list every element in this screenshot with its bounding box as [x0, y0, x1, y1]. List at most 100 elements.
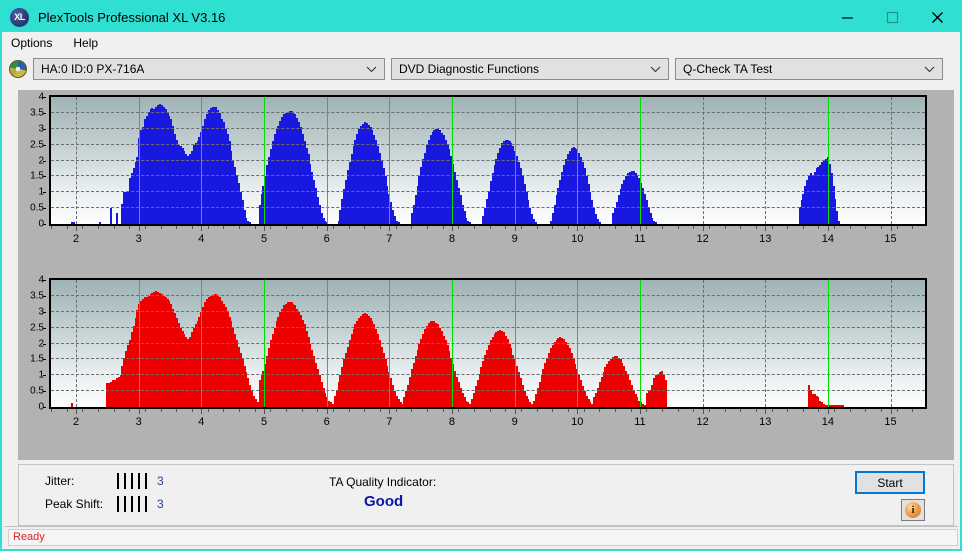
x-axis-minor-tick	[270, 409, 272, 412]
y-axis-tick	[43, 97, 46, 98]
x-axis-minor-tick	[693, 409, 695, 412]
x-axis-minor-tick	[160, 409, 162, 412]
chart-bar	[397, 222, 400, 224]
x-axis-tick-label: 13	[759, 233, 772, 245]
chart-bar	[72, 221, 75, 224]
x-axis-minor-tick	[207, 409, 209, 412]
x-axis-minor-tick	[630, 226, 632, 229]
chevron-down-icon	[366, 66, 377, 73]
x-axis-minor-tick	[614, 226, 616, 229]
x-axis-minor-tick	[348, 226, 350, 229]
x-axis-minor-tick	[458, 409, 460, 412]
y-axis-tick	[43, 359, 46, 361]
status-bar: Ready	[4, 526, 958, 547]
peak-shift-chart-y-axis: 0 0.5 1 1.5 2 2.5 3 3.5 4	[18, 273, 46, 414]
chart-bar	[841, 405, 844, 407]
chart-bar	[115, 212, 118, 224]
x-axis-minor-tick	[567, 226, 569, 229]
peak-shift-chart-x-axis: 2 3 4 5 6 7 8 9 10 11 12 13 14 15	[49, 409, 927, 443]
x-axis-minor-tick	[834, 409, 836, 412]
x-axis-minor-tick	[787, 409, 789, 412]
x-axis-tick	[389, 226, 391, 231]
x-axis-tick-label: 3	[135, 416, 142, 428]
x-axis-minor-tick	[677, 226, 679, 229]
x-axis-minor-tick	[505, 409, 507, 412]
x-axis-tick	[827, 409, 829, 414]
x-axis-minor-tick	[661, 226, 663, 229]
start-button[interactable]: Start	[855, 471, 925, 494]
drive-select[interactable]: HA:0 ID:0 PX-716A	[33, 58, 385, 80]
x-axis-tick-label: 11	[634, 233, 646, 245]
x-axis-tick	[138, 226, 140, 231]
x-axis-minor-tick	[849, 409, 851, 412]
x-axis-minor-tick	[238, 226, 240, 229]
meter-segment	[124, 473, 126, 489]
y-axis-tick-label: 3.5	[30, 107, 44, 119]
x-axis-tick-label: 10	[571, 416, 584, 428]
chart-bar	[655, 222, 658, 224]
x-axis-minor-tick	[238, 409, 240, 412]
chart-bar	[110, 207, 113, 224]
x-axis-tick	[702, 409, 704, 414]
x-axis-minor-tick	[191, 226, 193, 229]
minimize-icon[interactable]	[825, 2, 870, 32]
maximize-icon[interactable]	[870, 2, 915, 32]
x-axis-minor-tick	[51, 226, 52, 229]
x-axis-tick	[514, 226, 516, 231]
x-axis-minor-tick	[912, 409, 914, 412]
x-axis-tick-label: 8	[448, 233, 456, 245]
y-axis-tick	[43, 112, 46, 114]
window-controls	[825, 2, 960, 32]
x-axis-minor-tick	[458, 226, 460, 229]
x-axis-minor-tick	[473, 226, 475, 229]
jitter-chart: 0 0.5 1 1.5 2 2.5 3 3.5 4 2 3 4 5 6 7 8 9 10 11 12 13 14 15	[18, 90, 954, 265]
x-axis-tick-label: 4	[198, 233, 205, 245]
x-axis-minor-tick	[599, 226, 601, 229]
x-axis-tick	[326, 226, 328, 231]
test-select[interactable]: Q-Check TA Test	[675, 58, 943, 80]
x-axis-minor-tick	[395, 226, 397, 229]
x-axis-minor-tick	[270, 226, 272, 229]
x-axis-minor-tick	[411, 409, 413, 412]
x-axis-tick-label: 7	[386, 416, 393, 428]
ta-quality-label: TA Quality Indicator:	[329, 475, 437, 489]
x-axis-tick-label: 15	[884, 233, 897, 245]
peak-shift-chart-bars	[51, 280, 925, 407]
x-axis-minor-tick	[129, 226, 131, 229]
x-axis-minor-tick	[536, 226, 538, 229]
x-axis-minor-tick	[97, 409, 99, 412]
x-axis-minor-tick	[364, 409, 366, 412]
y-axis-tick	[43, 375, 46, 377]
menu-item-options[interactable]: Options	[9, 34, 61, 52]
y-axis-tick	[43, 295, 46, 297]
x-axis-minor-tick	[677, 409, 679, 412]
x-axis-minor-tick	[740, 409, 742, 412]
x-axis-minor-tick	[489, 226, 491, 229]
x-axis-minor-tick	[630, 409, 632, 412]
x-axis-minor-tick	[191, 409, 193, 412]
y-axis-tick	[43, 327, 46, 329]
function-select-value: DVD Diagnostic Functions	[399, 62, 540, 76]
x-axis-minor-tick	[708, 226, 710, 229]
y-axis-tick	[43, 208, 46, 210]
function-select[interactable]: DVD Diagnostic Functions	[391, 58, 669, 80]
menu-item-help[interactable]: Help	[71, 34, 107, 52]
x-axis-minor-tick	[176, 226, 178, 229]
x-axis-minor-tick	[755, 226, 757, 229]
x-axis-tick-label: 8	[448, 416, 456, 428]
x-axis-tick-label: 9	[511, 416, 518, 428]
close-icon[interactable]	[915, 2, 960, 32]
x-axis-minor-tick	[82, 409, 84, 412]
meter-segment	[117, 473, 119, 489]
y-axis-tick	[43, 280, 46, 281]
test-select-value: Q-Check TA Test	[683, 62, 773, 76]
y-axis-tick-label: 0.5	[30, 385, 44, 397]
info-button[interactable]: i	[901, 499, 925, 521]
x-axis-minor-tick	[708, 409, 710, 412]
x-axis-minor-tick	[332, 409, 334, 412]
chart-bar	[469, 222, 472, 224]
x-axis-minor-tick	[818, 409, 820, 412]
x-axis-tick-label: 12	[696, 233, 709, 245]
x-axis-minor-tick	[97, 226, 99, 229]
x-axis-tick	[639, 226, 641, 231]
